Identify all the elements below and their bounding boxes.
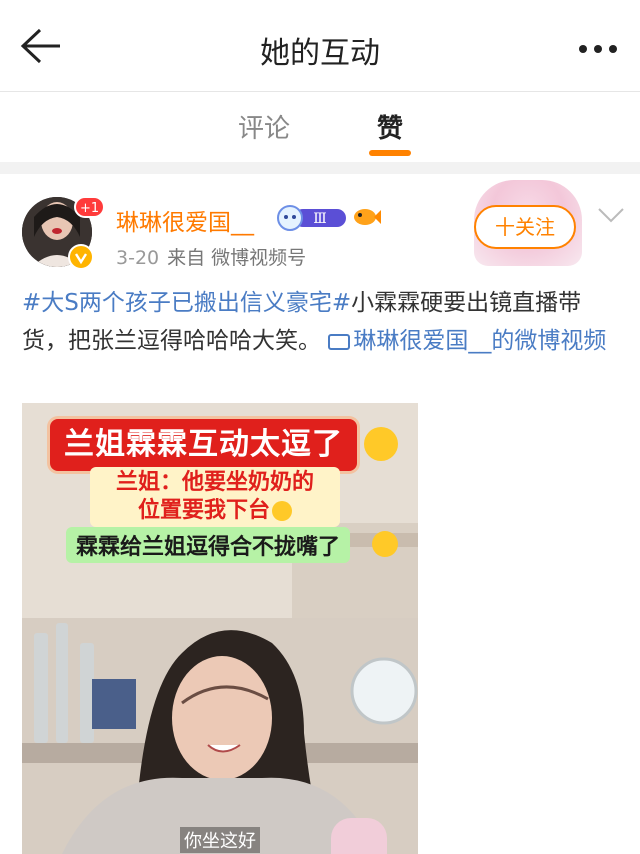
- fish-icon: [352, 202, 382, 232]
- hashtag-link[interactable]: #大S两个孩子已搬出信义豪宅#: [22, 290, 351, 316]
- svg-text:Ⅲ: Ⅲ: [313, 211, 327, 227]
- tab-likes[interactable]: 赞: [377, 108, 403, 145]
- post-text: #大S两个孩子已搬出信义豪宅#小霖霖硬要出镜直播带货，把张兰逗得哈哈哈大笑。 琳…: [22, 284, 622, 360]
- giggle-emoji-icon: [372, 531, 398, 557]
- tab-bar: 评论 赞: [0, 92, 640, 162]
- floating-avatar[interactable]: [331, 818, 387, 854]
- post-meta: 3-20 来自 微博视频号: [116, 243, 306, 270]
- video-link-icon: [328, 333, 351, 350]
- laugh-emoji-icon: [272, 501, 292, 521]
- level-badge-icon: Ⅲ: [276, 205, 348, 231]
- video-subtitle: 你坐这好: [180, 827, 260, 853]
- video-caption-line-3: 霖霖给兰姐逗得合不拢嘴了: [66, 527, 351, 563]
- video-source-link[interactable]: 琳琳很爱国__的微博视频: [328, 328, 606, 354]
- user-name[interactable]: 琳琳很爱国__: [116, 203, 254, 237]
- video-caption-line-1: 兰姐：他要坐奶奶的: [115, 470, 314, 495]
- video-caption-lines: 兰姐：他要坐奶奶的 位置要我下台: [90, 467, 340, 527]
- active-tab-indicator: [369, 150, 411, 156]
- post-date: 3-20: [116, 247, 160, 269]
- video-source-link-label: 琳琳很爱国__的微博视频: [353, 328, 607, 354]
- tab-comments[interactable]: 评论: [238, 108, 290, 145]
- chevron-down-icon[interactable]: [597, 205, 625, 225]
- top-bar: 她的互动: [0, 0, 640, 92]
- video-caption-line-2: 位置要我下台: [94, 497, 336, 525]
- video-player[interactable]: 兰姐霖霖互动太逗了 兰姐：他要坐奶奶的 位置要我下台 霖霖给兰姐逗得合不拢嘴了 …: [22, 403, 418, 854]
- grin-emoji-icon: [364, 427, 398, 461]
- avatar-notification-badge: +1: [74, 196, 106, 218]
- post-source: 来自 微博视频号: [167, 247, 307, 269]
- video-caption-title: 兰姐霖霖互动太逗了: [50, 419, 357, 471]
- page-title: 她的互动: [260, 36, 380, 71]
- follow-button[interactable]: 十关注: [474, 205, 576, 249]
- section-divider: [0, 162, 640, 174]
- verified-icon: [68, 244, 94, 270]
- more-dots-icon[interactable]: [578, 40, 618, 53]
